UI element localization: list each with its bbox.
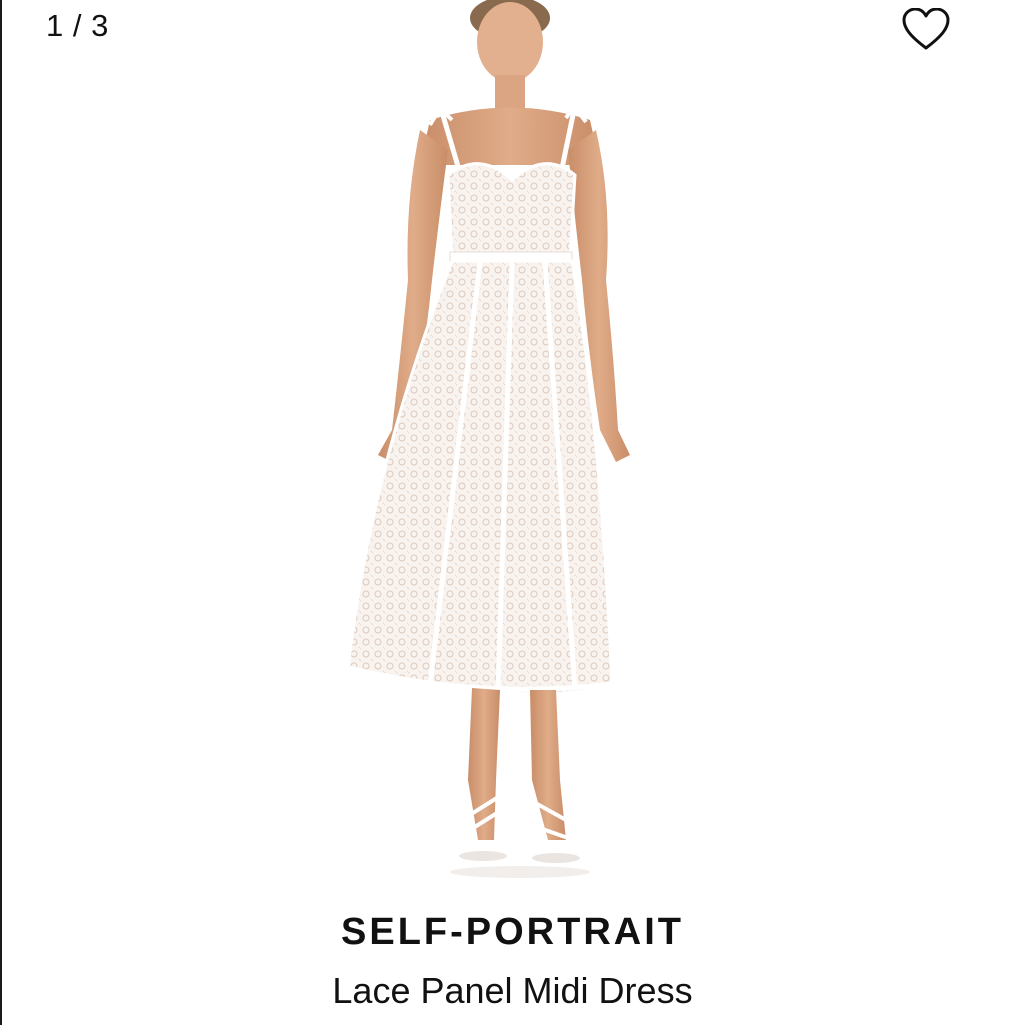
left-leg: [468, 688, 500, 840]
wishlist-button[interactable]: [900, 6, 952, 54]
product-title: Lace Panel Midi Dress: [332, 970, 693, 1011]
brand-name: SELF-PORTRAIT: [341, 911, 684, 953]
model-head: [477, 2, 543, 82]
dress-bodice: [446, 162, 577, 260]
image-counter: 1 / 3: [46, 8, 109, 43]
product-image[interactable]: [330, 0, 640, 885]
screen-edge: [0, 0, 2, 1025]
heart-outline-icon: [902, 8, 950, 50]
